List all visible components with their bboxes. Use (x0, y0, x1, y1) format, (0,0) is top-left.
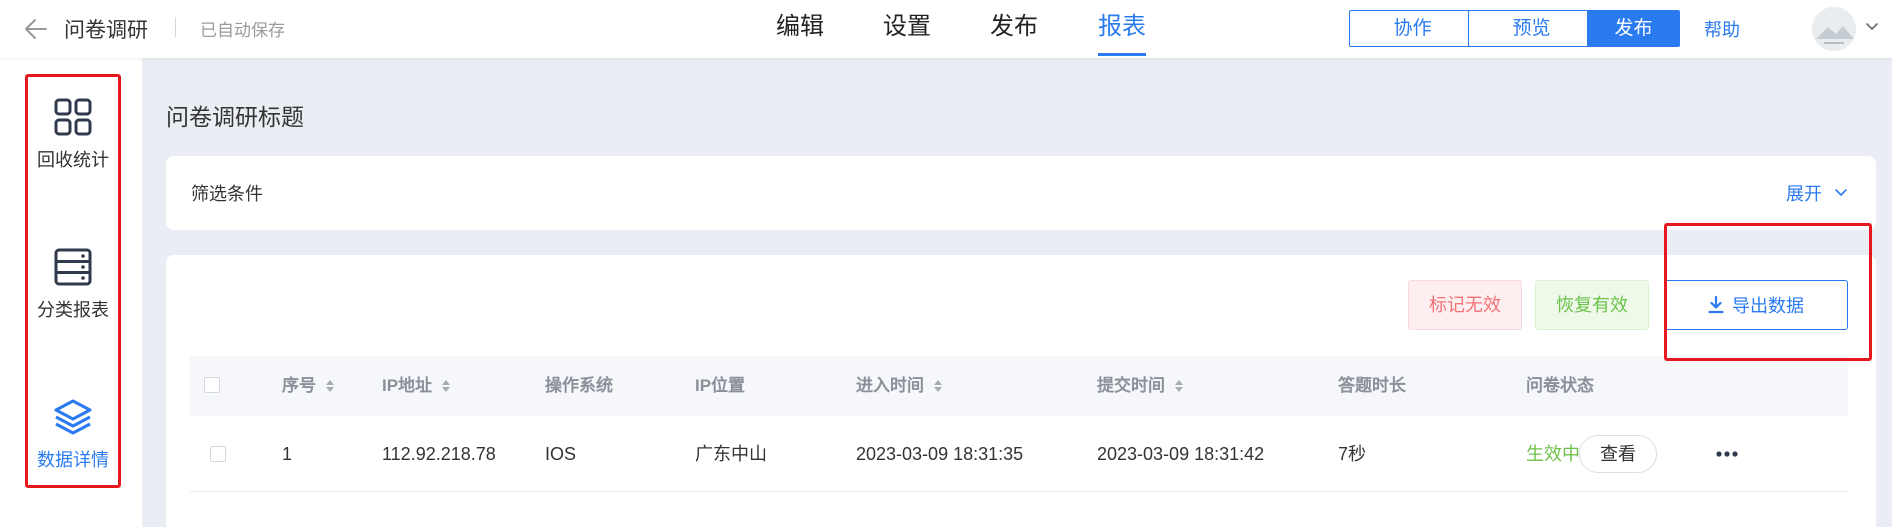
tab-edit[interactable]: 编辑 (776, 12, 824, 58)
column-header-index: 序号 (282, 356, 336, 416)
column-header-enter-time: 进入时间 (856, 356, 944, 416)
column-header-duration: 答题时长 (1338, 356, 1406, 416)
column-header-submit-time: 提交时间 (1097, 356, 1185, 416)
column-label: 进入时间 (856, 376, 924, 395)
tab-publish[interactable]: 发布 (990, 12, 1038, 58)
filter-panel: 筛选条件 展开 (166, 156, 1876, 230)
preview-button[interactable]: 预览 (1468, 10, 1595, 47)
cell-submit-time: 2023-03-09 18:31:42 (1097, 444, 1265, 464)
sort-icon[interactable] (1173, 378, 1185, 394)
title-divider (175, 17, 176, 37)
chevron-down-icon[interactable] (1864, 19, 1880, 35)
cell-ip: 112.92.218.78 (382, 444, 496, 464)
filter-label: 筛选条件 (191, 184, 263, 204)
back-arrow-icon[interactable] (22, 15, 50, 43)
page-title: 问卷调研标题 (166, 104, 304, 130)
column-label: 操作系统 (545, 376, 613, 395)
tab-settings[interactable]: 设置 (883, 12, 931, 58)
column-header-os: 操作系统 (545, 356, 613, 416)
layers-icon (54, 399, 92, 435)
column-label: IP位置 (695, 376, 746, 395)
column-header-ip-location: IP位置 (695, 356, 745, 416)
server-list-icon (54, 248, 92, 286)
sort-icon[interactable] (324, 378, 336, 394)
grid-icon (54, 98, 92, 136)
table-row: 1 112.92.218.78 IOS 广东中山 2023-03-09 18:3… (190, 416, 1848, 492)
column-label: IP地址 (382, 376, 433, 395)
sidebar-item-category-report[interactable]: 分类报表 (25, 246, 121, 346)
avatar[interactable] (1812, 7, 1856, 51)
cell-enter-time: 2023-03-09 18:31:35 (856, 444, 1024, 464)
export-data-button[interactable]: 导出数据 (1664, 280, 1848, 330)
mark-invalid-button[interactable]: 标记无效 (1408, 280, 1522, 330)
download-icon (1708, 296, 1724, 314)
table-header: 序号 IP地址 操作系统 IP位置 进入时间 提交时间 答题时长 问卷状态 (190, 356, 1848, 416)
cell-index: 1 (282, 444, 293, 464)
cell-duration: 7秒 (1338, 444, 1367, 464)
row-checkbox[interactable] (210, 446, 226, 462)
export-label: 导出数据 (1732, 296, 1804, 316)
publish-button[interactable]: 发布 (1587, 10, 1680, 47)
cell-os: IOS (545, 444, 577, 464)
sidebar-item-label: 数据详情 (37, 450, 109, 470)
column-label: 答题时长 (1338, 376, 1406, 395)
column-label: 问卷状态 (1526, 376, 1594, 395)
column-label: 提交时间 (1097, 376, 1165, 395)
help-link[interactable]: 帮助 (1704, 16, 1740, 42)
status-badge: 生效中 (1526, 444, 1580, 464)
sidebar-item-label: 分类报表 (37, 300, 109, 320)
sort-icon[interactable] (932, 378, 944, 394)
autosave-status: 已自动保存 (200, 21, 285, 40)
collaborate-button[interactable]: 协作 (1349, 10, 1476, 47)
column-header-status: 问卷状态 (1526, 356, 1594, 416)
expand-label: 展开 (1786, 184, 1822, 204)
cell-location: 广东中山 (695, 444, 767, 464)
column-header-ip: IP地址 (382, 356, 452, 416)
restore-valid-button[interactable]: 恢复有效 (1535, 280, 1649, 330)
app-title: 问卷调研 (64, 19, 148, 42)
expand-filter-button[interactable]: 展开 (1786, 180, 1848, 206)
view-button[interactable]: 查看 (1579, 435, 1657, 473)
sidebar-item-data-details[interactable]: 数据详情 (25, 396, 121, 496)
column-label: 序号 (282, 376, 316, 395)
more-options-icon[interactable] (1714, 443, 1740, 465)
chevron-down-icon (1835, 189, 1847, 197)
sort-icon[interactable] (440, 378, 452, 394)
sidebar-item-recovery-stats[interactable]: 回收统计 (25, 96, 121, 196)
top-bar: 问卷调研 已自动保存 编辑 设置 发布 报表 协作 预览 发布 帮助 (0, 0, 1892, 58)
avatar-landscape-icon (1812, 7, 1856, 51)
select-all-checkbox[interactable] (204, 377, 220, 393)
sidebar-item-label: 回收统计 (37, 150, 109, 170)
tab-report[interactable]: 报表 (1098, 12, 1146, 58)
